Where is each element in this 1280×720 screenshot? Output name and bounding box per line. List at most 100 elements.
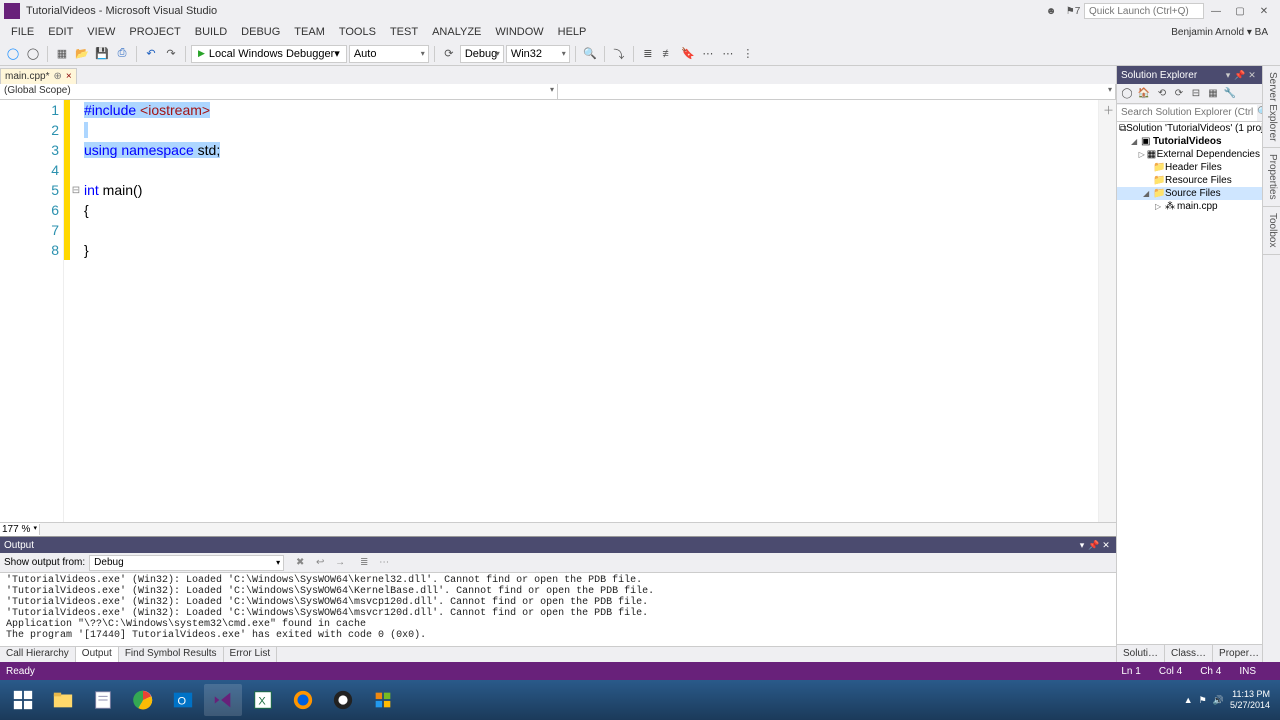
- output-close-icon[interactable]: ✕: [1100, 540, 1112, 551]
- menu-window[interactable]: WINDOW: [488, 26, 550, 38]
- tab-find-symbol[interactable]: Find Symbol Results: [119, 647, 224, 662]
- menu-analyze[interactable]: ANALYZE: [425, 26, 488, 38]
- output-pin-icon[interactable]: 📌: [1088, 540, 1100, 551]
- start-button[interactable]: [4, 684, 42, 716]
- step-into-icon[interactable]: ⤵: [610, 45, 628, 63]
- sol-refresh-icon[interactable]: ⟳: [1171, 86, 1187, 102]
- side-tab-server-explorer[interactable]: Server Explorer: [1263, 66, 1280, 148]
- menu-project[interactable]: PROJECT: [122, 26, 187, 38]
- scope-left[interactable]: (Global Scope): [0, 84, 558, 99]
- menu-edit[interactable]: EDIT: [41, 26, 80, 38]
- excel-icon[interactable]: X: [244, 684, 282, 716]
- sol-back-icon[interactable]: ◯: [1119, 86, 1135, 102]
- save-button[interactable]: 💾: [93, 45, 111, 63]
- tb-overflow-icon[interactable]: ⋮: [739, 45, 757, 63]
- user-name[interactable]: Benjamin Arnold ▾ BA: [1171, 27, 1276, 38]
- side-tab-properties[interactable]: Properties: [1263, 148, 1280, 207]
- tree-row[interactable]: ◢▣TutorialVideos: [1117, 135, 1262, 148]
- obs-icon[interactable]: [324, 684, 362, 716]
- tab-output[interactable]: Output: [76, 647, 119, 662]
- tab-properties[interactable]: Proper…: [1213, 645, 1266, 662]
- solution-dropdown-icon[interactable]: ▾: [1222, 70, 1234, 81]
- config-combo[interactable]: Debug: [460, 45, 504, 63]
- tree-row[interactable]: ⧉Solution 'TutorialVideos' (1 project): [1117, 122, 1262, 135]
- feedback-icon[interactable]: ☻: [1042, 2, 1060, 20]
- output-wrap-icon[interactable]: ↩: [312, 555, 328, 571]
- tray-up-icon[interactable]: ▲: [1184, 695, 1193, 705]
- quick-launch-input[interactable]: [1084, 3, 1204, 19]
- menu-file[interactable]: FILE: [4, 26, 41, 38]
- bookmark-icon[interactable]: 🔖: [679, 45, 697, 63]
- solution-header[interactable]: Solution Explorer ▾ 📌 ✕: [1117, 66, 1262, 84]
- undo-button[interactable]: ↶: [142, 45, 160, 63]
- refresh-icon[interactable]: ⟳: [440, 45, 458, 63]
- h-scrollbar[interactable]: [40, 523, 1116, 536]
- menu-debug[interactable]: DEBUG: [234, 26, 287, 38]
- tab-call-hierarchy[interactable]: Call Hierarchy: [0, 647, 76, 662]
- menu-test[interactable]: TEST: [383, 26, 425, 38]
- maximize-button[interactable]: ▢: [1228, 2, 1252, 20]
- menu-view[interactable]: VIEW: [80, 26, 122, 38]
- output-toggle-icon[interactable]: ≣: [356, 555, 372, 571]
- menu-tools[interactable]: TOOLS: [332, 26, 383, 38]
- tree-row[interactable]: ◢📁Source Files: [1117, 187, 1262, 200]
- notepad-icon[interactable]: [84, 684, 122, 716]
- nav-back-button[interactable]: ◯: [4, 45, 22, 63]
- tb-misc2-icon[interactable]: ⋯: [719, 45, 737, 63]
- output-misc-icon[interactable]: ⋯: [376, 555, 392, 571]
- notification-icon[interactable]: ⚑7: [1064, 2, 1082, 20]
- visual-studio-icon[interactable]: [204, 684, 242, 716]
- start-debug-button[interactable]: ▶Local Windows Debugger ▾: [191, 45, 347, 63]
- code-editor[interactable]: 12345678 ⊟ #include <iostream> using nam…: [0, 100, 1116, 522]
- tab-error-list[interactable]: Error List: [224, 647, 278, 662]
- scope-right[interactable]: [558, 84, 1116, 99]
- comment-icon[interactable]: ≣: [639, 45, 657, 63]
- sol-home-icon[interactable]: 🏠: [1136, 86, 1152, 102]
- open-button[interactable]: 📂: [73, 45, 91, 63]
- app-icon[interactable]: [364, 684, 402, 716]
- tree-row[interactable]: 📁Header Files: [1117, 161, 1262, 174]
- explorer-icon[interactable]: [44, 684, 82, 716]
- save-all-button[interactable]: ⎙: [113, 45, 131, 63]
- output-header[interactable]: Output ▾ 📌 ✕: [0, 537, 1116, 553]
- outlook-icon[interactable]: O: [164, 684, 202, 716]
- close-tab-icon[interactable]: ×: [66, 71, 72, 82]
- firefox-icon[interactable]: [284, 684, 322, 716]
- solution-pin-icon[interactable]: 📌: [1234, 70, 1246, 81]
- menu-team[interactable]: TEAM: [287, 26, 332, 38]
- find-icon[interactable]: 🔍: [581, 45, 599, 63]
- tree-row[interactable]: ▷⁂main.cpp: [1117, 200, 1262, 213]
- new-project-button[interactable]: ▦: [53, 45, 71, 63]
- tree-row[interactable]: ▷▦External Dependencies: [1117, 148, 1262, 161]
- output-dropdown-icon[interactable]: ▾: [1076, 540, 1088, 551]
- system-tray[interactable]: ▲ ⚑ 🔊 11:13 PM 5/27/2014: [1184, 689, 1276, 711]
- pin-icon[interactable]: ⊕: [53, 71, 61, 82]
- tree-row[interactable]: 📁Resource Files: [1117, 174, 1262, 187]
- output-from-combo[interactable]: Debug: [89, 555, 284, 571]
- sol-sync-icon[interactable]: ⟲: [1154, 86, 1170, 102]
- output-clear-icon[interactable]: ✖: [292, 555, 308, 571]
- zoom-combo[interactable]: 177 %: [0, 524, 40, 535]
- solution-tree[interactable]: ⧉Solution 'TutorialVideos' (1 project)◢▣…: [1117, 122, 1262, 644]
- chrome-icon[interactable]: [124, 684, 162, 716]
- nav-fwd-button[interactable]: ◯: [24, 45, 42, 63]
- minimize-button[interactable]: —: [1204, 2, 1228, 20]
- side-tab-toolbox[interactable]: Toolbox: [1263, 207, 1280, 254]
- doc-tab-main[interactable]: main.cpp* ⊕ ×: [0, 68, 77, 84]
- output-goto-icon[interactable]: →: [332, 555, 348, 571]
- uncomment-icon[interactable]: ≢: [659, 45, 677, 63]
- sol-props-icon[interactable]: 🔧: [1222, 86, 1238, 102]
- solution-close-icon[interactable]: ✕: [1246, 70, 1258, 81]
- close-button[interactable]: ✕: [1252, 2, 1276, 20]
- menu-help[interactable]: HELP: [551, 26, 594, 38]
- sol-show-icon[interactable]: ▦: [1205, 86, 1221, 102]
- clock[interactable]: 11:13 PM 5/27/2014: [1230, 689, 1270, 711]
- split-icon[interactable]: ＋: [1103, 102, 1114, 118]
- redo-button[interactable]: ↷: [162, 45, 180, 63]
- tab-solution[interactable]: Soluti…: [1117, 645, 1165, 662]
- solution-search-input[interactable]: [1117, 105, 1257, 121]
- tray-flag-icon[interactable]: ⚑: [1199, 695, 1207, 706]
- tray-volume-icon[interactable]: 🔊: [1213, 695, 1224, 706]
- menu-build[interactable]: BUILD: [188, 26, 234, 38]
- sol-collapse-icon[interactable]: ⊟: [1188, 86, 1204, 102]
